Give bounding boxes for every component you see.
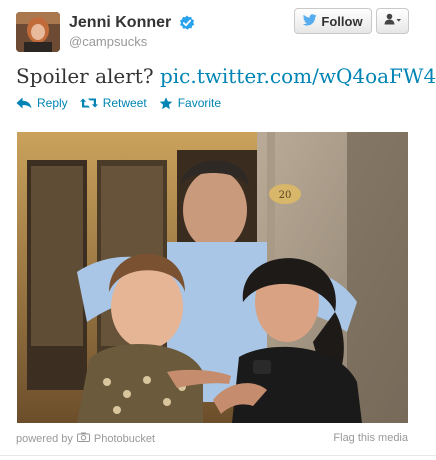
tweet-actions: Reply Retweet Favorite	[16, 96, 221, 110]
reply-label: Reply	[37, 96, 68, 110]
author-handle[interactable]: @campsucks	[69, 34, 195, 49]
author-block: Jenni Konner @campsucks	[69, 14, 195, 49]
follow-button[interactable]: Follow	[294, 8, 372, 34]
powered-prefix: powered by	[16, 432, 73, 445]
photo-illustration: 20	[17, 132, 408, 423]
star-icon	[159, 96, 173, 110]
flag-media-link[interactable]: Flag this media	[333, 432, 408, 445]
verified-badge-icon	[179, 15, 195, 31]
reply-action[interactable]: Reply	[16, 96, 68, 110]
user-actions-menu-button[interactable]	[376, 8, 409, 34]
favorite-action[interactable]: Favorite	[159, 96, 221, 110]
favorite-label: Favorite	[177, 96, 222, 110]
powered-by[interactable]: powered by Photobucket	[16, 432, 155, 445]
tweet-text-body: Spoiler alert?	[16, 64, 154, 88]
tweet-text: Spoiler alert? pic.twitter.com/wQ4oaFW4	[16, 64, 436, 88]
twitter-bird-icon	[303, 13, 318, 29]
retweet-icon	[79, 97, 98, 109]
tweet-media-link[interactable]: pic.twitter.com/wQ4oaFW4	[160, 64, 436, 88]
retweet-action[interactable]: Retweet	[79, 96, 147, 110]
camera-icon	[76, 432, 90, 445]
avatar[interactable]	[16, 12, 60, 52]
person-icon	[384, 12, 402, 30]
building-number: 20	[279, 190, 292, 201]
follow-label: Follow	[321, 13, 363, 29]
tweet-card: Jenni Konner @campsucks Follow Spoiler a…	[0, 0, 436, 460]
tweet-photo[interactable]: 20	[17, 132, 408, 423]
retweet-label: Retweet	[102, 96, 147, 110]
divider	[0, 455, 436, 456]
author-name[interactable]: Jenni Konner	[69, 14, 171, 32]
media-footer: powered by Photobucket Flag this media	[16, 432, 408, 445]
reply-icon	[16, 97, 32, 109]
powered-brand: Photobucket	[93, 432, 156, 445]
